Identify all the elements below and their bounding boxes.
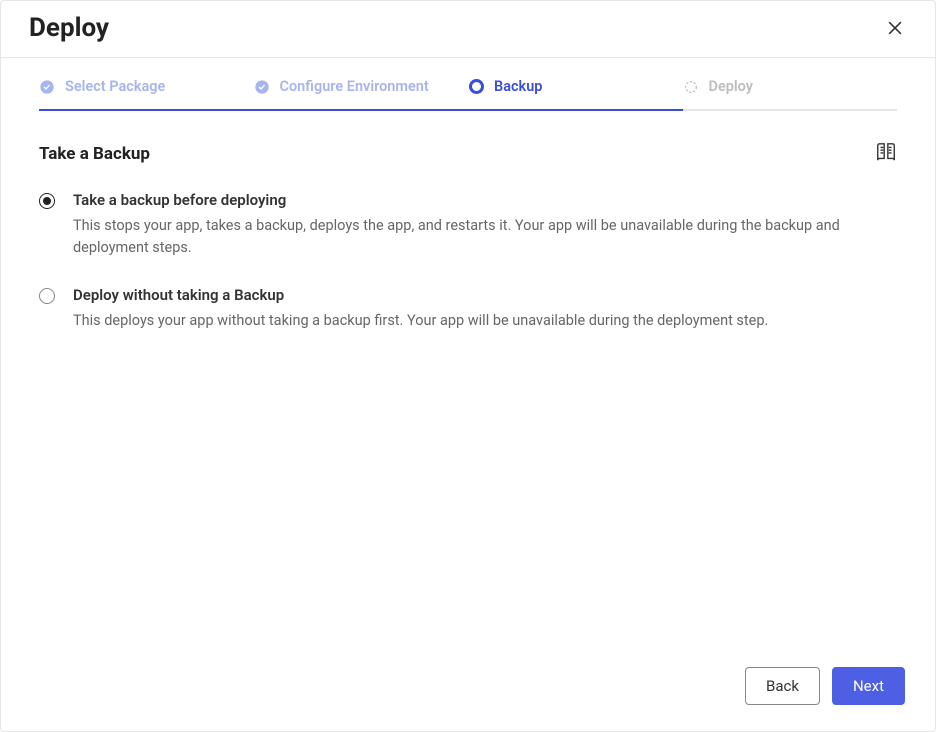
next-button[interactable]: Next xyxy=(832,667,905,705)
content-area: Take a Backup xyxy=(1,111,935,649)
check-circle-icon xyxy=(254,79,270,95)
stepper: Select Package Configure Environment Bac… xyxy=(39,78,897,109)
stepper-track xyxy=(39,109,897,111)
radio-take-backup[interactable]: Take a backup before deploying This stop… xyxy=(39,191,897,260)
radio-description: This stops your app, takes a backup, dep… xyxy=(73,215,897,260)
radio-text: Deploy without taking a Backup This depl… xyxy=(73,286,897,332)
back-button[interactable]: Back xyxy=(745,667,820,705)
radio-text: Take a backup before deploying This stop… xyxy=(73,191,897,260)
section-title: Take a Backup xyxy=(39,144,150,164)
close-button[interactable] xyxy=(883,16,907,40)
stepper-progress xyxy=(39,109,683,111)
step-label: Deploy xyxy=(709,78,753,95)
step-label: Configure Environment xyxy=(280,78,429,95)
modal-title: Deploy xyxy=(29,13,109,43)
radio-title: Deploy without taking a Backup xyxy=(73,286,897,304)
step-backup[interactable]: Backup xyxy=(468,78,683,109)
modal-header: Deploy xyxy=(1,1,935,58)
radio-unselected-icon xyxy=(39,288,55,304)
documentation-button[interactable] xyxy=(875,141,897,167)
dashed-circle-icon xyxy=(683,79,699,95)
section-header: Take a Backup xyxy=(39,141,897,167)
step-select-package[interactable]: Select Package xyxy=(39,78,254,109)
circle-outline-icon xyxy=(468,79,484,95)
book-icon xyxy=(875,141,897,163)
radio-title: Take a backup before deploying xyxy=(73,191,897,209)
radio-no-backup[interactable]: Deploy without taking a Backup This depl… xyxy=(39,286,897,332)
check-circle-icon xyxy=(39,79,55,95)
deploy-modal: Deploy Select Package Configure Environm… xyxy=(0,0,936,732)
modal-footer: Back Next xyxy=(1,649,935,731)
step-label: Backup xyxy=(494,78,542,95)
step-deploy: Deploy xyxy=(683,78,898,109)
step-label: Select Package xyxy=(65,78,165,95)
backup-radio-group: Take a backup before deploying This stop… xyxy=(39,191,897,332)
radio-selected-icon xyxy=(39,193,55,209)
close-icon xyxy=(885,18,905,38)
step-configure-environment[interactable]: Configure Environment xyxy=(254,78,469,109)
radio-description: This deploys your app without taking a b… xyxy=(73,310,897,332)
